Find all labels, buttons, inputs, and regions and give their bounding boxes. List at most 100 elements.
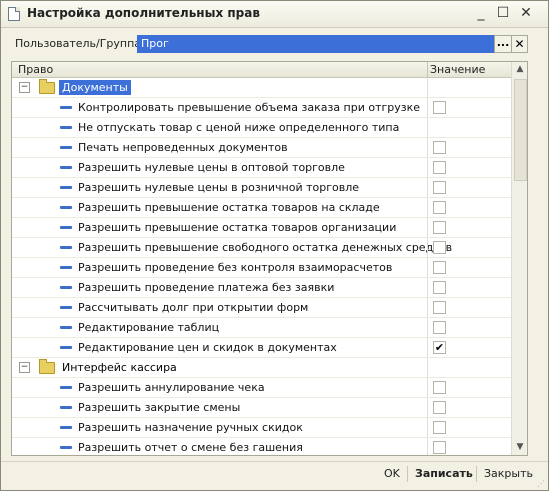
item-dash-icon xyxy=(60,386,72,389)
right-row[interactable]: Разрешить превышение свободного остатка … xyxy=(12,238,511,258)
right-label: Разрешить нулевые цены в оптовой торговл… xyxy=(78,161,345,174)
close-button[interactable]: ✕ xyxy=(517,5,535,22)
button-separator xyxy=(407,466,408,482)
right-label: Разрешить превышение остатка товаров орг… xyxy=(78,221,397,234)
right-row[interactable]: Разрешить аннулирование чека xyxy=(12,378,511,398)
save-button[interactable]: Записать xyxy=(415,466,473,482)
collapse-icon[interactable]: − xyxy=(19,82,30,93)
right-label: Разрешить закрытие смены xyxy=(78,401,241,414)
right-row[interactable]: Разрешить отчет о смене без гашения xyxy=(12,438,511,455)
group-row[interactable]: − Документы xyxy=(12,78,511,98)
item-dash-icon xyxy=(60,326,72,329)
resize-grip-icon[interactable]: ⋰ xyxy=(537,479,547,489)
right-label: Разрешить проведение платежа без заявки xyxy=(78,281,335,294)
column-divider xyxy=(427,78,428,97)
document-icon xyxy=(8,7,20,21)
value-checkbox[interactable] xyxy=(433,401,446,414)
right-row[interactable]: Не отпускать товар с ценой ниже определе… xyxy=(12,118,511,138)
item-dash-icon xyxy=(60,226,72,229)
right-row[interactable]: Рассчитывать долг при открытии форм xyxy=(12,298,511,318)
item-dash-icon xyxy=(60,206,72,209)
column-divider xyxy=(427,438,428,455)
value-checkbox[interactable] xyxy=(433,101,446,114)
value-checkbox[interactable] xyxy=(433,241,446,254)
right-row[interactable]: Разрешить превышение остатка товаров орг… xyxy=(12,218,511,238)
right-row[interactable]: Редактирование цен и скидок в документах… xyxy=(12,338,511,358)
column-divider xyxy=(427,398,428,417)
column-header-value[interactable]: Значение xyxy=(430,63,485,76)
item-dash-icon xyxy=(60,186,72,189)
right-label: Разрешить превышение свободного остатка … xyxy=(78,241,453,254)
value-checkbox[interactable] xyxy=(433,201,446,214)
item-dash-icon xyxy=(60,246,72,249)
scroll-thumb[interactable] xyxy=(514,79,527,181)
title-bar[interactable]: Настройка дополнительных прав _ ☐ ✕ xyxy=(1,1,548,28)
column-divider xyxy=(427,298,428,317)
right-label: Редактирование цен и скидок в документах xyxy=(78,341,337,354)
right-label: Печать непроведенных документов xyxy=(78,141,288,154)
item-dash-icon xyxy=(60,286,72,289)
group-row[interactable]: − Интерфейс кассира xyxy=(12,358,511,378)
value-checkbox[interactable] xyxy=(433,221,446,234)
value-checkbox[interactable] xyxy=(433,281,446,294)
value-checkbox[interactable] xyxy=(433,301,446,314)
vertical-scrollbar[interactable]: ▲ ▼ xyxy=(511,62,527,455)
item-dash-icon xyxy=(60,406,72,409)
value-checkbox[interactable] xyxy=(433,141,446,154)
right-row[interactable]: Разрешить нулевые цены в оптовой торговл… xyxy=(12,158,511,178)
close-dialog-button[interactable]: Закрыть xyxy=(484,466,533,482)
right-label: Разрешить аннулирование чека xyxy=(78,381,265,394)
value-checkbox[interactable] xyxy=(433,261,446,274)
right-row[interactable]: Разрешить проведение платежа без заявки xyxy=(12,278,511,298)
right-row[interactable]: Разрешить назначение ручных скидок xyxy=(12,418,511,438)
ok-button[interactable]: OK xyxy=(384,466,400,482)
right-label: Не отпускать товар с ценой ниже определе… xyxy=(78,121,400,134)
item-dash-icon xyxy=(60,166,72,169)
window-title: Настройка дополнительных прав xyxy=(27,6,260,20)
value-checkbox[interactable] xyxy=(433,441,446,454)
item-dash-icon xyxy=(60,126,72,129)
column-divider xyxy=(427,178,428,197)
value-checkbox[interactable]: ✔ xyxy=(433,341,446,354)
maximize-button[interactable]: ☐ xyxy=(494,5,512,22)
right-label: Рассчитывать долг при открытии форм xyxy=(78,301,309,314)
scroll-down-icon[interactable]: ▼ xyxy=(512,440,527,455)
footer-divider xyxy=(1,461,548,462)
clear-user-button[interactable]: ✕ xyxy=(511,35,528,53)
right-row[interactable]: Разрешить проведение без контроля взаимо… xyxy=(12,258,511,278)
select-user-button[interactable]: ... xyxy=(494,35,512,53)
group-label[interactable]: Документы xyxy=(59,80,131,95)
folder-icon xyxy=(39,359,55,374)
button-separator xyxy=(476,466,477,482)
value-checkbox[interactable] xyxy=(433,161,446,174)
collapse-icon[interactable]: − xyxy=(19,362,30,373)
right-label: Разрешить нулевые цены в розничной торго… xyxy=(78,181,359,194)
value-checkbox[interactable] xyxy=(433,181,446,194)
column-divider xyxy=(427,418,428,437)
right-row[interactable]: Разрешить закрытие смены xyxy=(12,398,511,418)
value-checkbox[interactable] xyxy=(433,381,446,394)
right-label: Разрешить превышение остатка товаров на … xyxy=(78,201,380,214)
right-row[interactable]: Печать непроведенных документов xyxy=(12,138,511,158)
user-group-label: Пользователь/Группа: xyxy=(15,37,145,50)
right-row[interactable]: Редактирование таблиц xyxy=(12,318,511,338)
value-checkbox[interactable] xyxy=(433,321,446,334)
column-divider xyxy=(427,98,428,117)
right-row[interactable]: Разрешить превышение остатка товаров на … xyxy=(12,198,511,218)
column-divider xyxy=(427,358,428,377)
value-checkbox[interactable] xyxy=(433,421,446,434)
user-group-input[interactable]: Прог xyxy=(137,35,498,53)
right-row[interactable]: Разрешить нулевые цены в розничной торго… xyxy=(12,178,511,198)
column-header-right[interactable]: Право xyxy=(18,63,53,76)
column-divider xyxy=(427,338,428,357)
scroll-up-icon[interactable]: ▲ xyxy=(512,62,527,77)
right-label: Редактирование таблиц xyxy=(78,321,220,334)
column-divider xyxy=(427,278,428,297)
right-row[interactable]: Контролировать превышение объема заказа … xyxy=(12,98,511,118)
right-label: Разрешить отчет о смене без гашения xyxy=(78,441,303,454)
minimize-button[interactable]: _ xyxy=(472,5,490,22)
group-label[interactable]: Интерфейс кассира xyxy=(59,360,180,375)
column-divider[interactable] xyxy=(427,62,428,77)
item-dash-icon xyxy=(60,146,72,149)
column-divider xyxy=(427,218,428,237)
